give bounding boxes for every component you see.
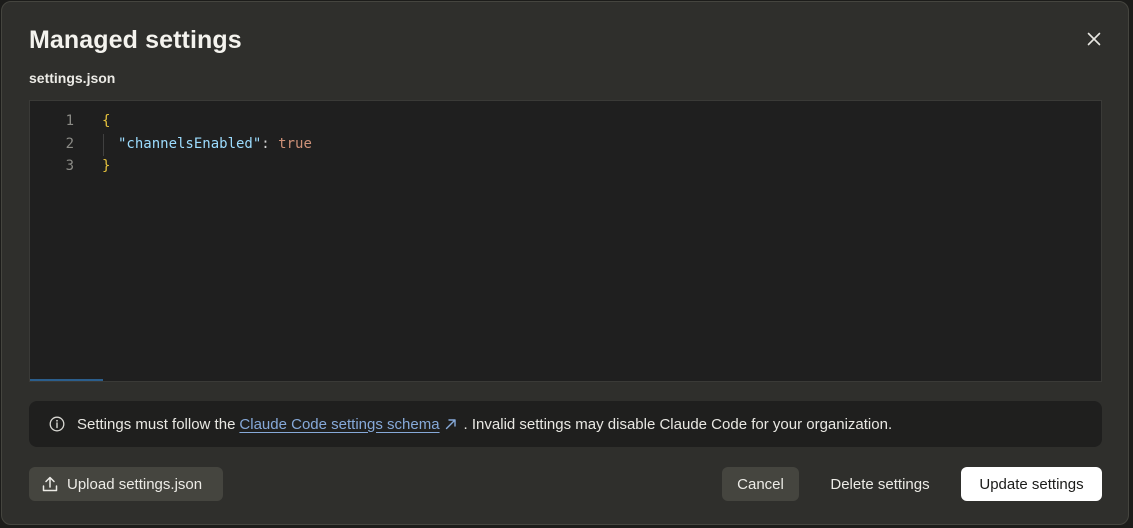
json-value: true xyxy=(278,136,312,152)
editor-line: 1 { xyxy=(30,110,1101,132)
delete-settings-button[interactable]: Delete settings xyxy=(812,467,948,501)
line-number: 2 xyxy=(65,136,74,152)
code-text: { xyxy=(102,113,111,129)
upload-settings-button[interactable]: Upload settings.json xyxy=(29,467,223,501)
info-text-suffix: . Invalid settings may disable Claude Co… xyxy=(463,415,893,433)
info-icon xyxy=(49,416,65,432)
close-icon xyxy=(1087,32,1101,46)
arrow-up-right-icon[interactable] xyxy=(444,417,458,431)
managed-settings-dialog: Managed settings settings.json 1 { 2 "ch… xyxy=(1,1,1129,525)
json-colon: : xyxy=(261,136,279,152)
schema-link[interactable]: Claude Code settings schema xyxy=(239,416,439,433)
info-text-prefix: Settings must follow the xyxy=(77,415,236,433)
update-settings-button[interactable]: Update settings xyxy=(961,467,1102,501)
upload-button-label: Upload settings.json xyxy=(67,475,203,493)
editor-line: 3 } xyxy=(30,155,1101,177)
schema-info-banner: Settings must follow the Claude Code set… xyxy=(29,401,1102,447)
upload-icon xyxy=(41,475,59,493)
json-key: "channelsEnabled" xyxy=(118,136,262,152)
cancel-button[interactable]: Cancel xyxy=(722,467,799,501)
dialog-title: Managed settings xyxy=(29,26,242,54)
settings-file-label: settings.json xyxy=(29,70,116,86)
code-text: "channelsEnabled": true xyxy=(118,133,312,155)
code-text: } xyxy=(102,158,111,174)
json-code-editor[interactable]: 1 { 2 "channelsEnabled": true 3 } xyxy=(29,100,1102,382)
horizontal-scrollbar[interactable] xyxy=(30,379,103,381)
line-number: 1 xyxy=(65,113,74,129)
editor-line: 2 "channelsEnabled": true xyxy=(30,133,1101,155)
line-number: 3 xyxy=(65,158,74,174)
close-button[interactable] xyxy=(1081,26,1107,52)
